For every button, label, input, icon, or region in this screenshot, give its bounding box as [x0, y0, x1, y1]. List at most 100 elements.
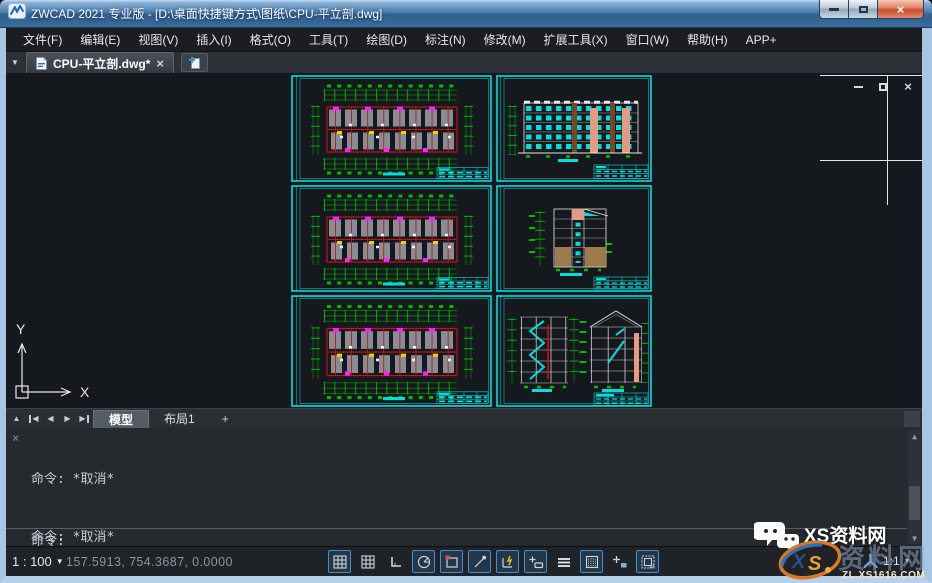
annotation-scale-value: 1:1: [883, 554, 900, 568]
lineweight-toggle[interactable]: [524, 550, 547, 573]
sheet-stair-sections[interactable]: [496, 295, 652, 407]
menu-window[interactable]: 窗口(W): [617, 28, 678, 51]
document-tab-label: CPU-平立剖.dwg*: [53, 55, 150, 72]
layout-bar-corner: [904, 411, 920, 427]
ortho-icon: [388, 554, 404, 570]
object-tracking-toggle[interactable]: [468, 550, 491, 573]
lineweight-icon: [528, 554, 544, 570]
minimize-button[interactable]: [819, 0, 849, 19]
sheet-floor-plan-top[interactable]: [291, 75, 492, 182]
menu-modify[interactable]: 修改(M): [475, 28, 535, 51]
annotation-add-toggle[interactable]: [608, 550, 631, 573]
dynamic-input-icon: [500, 554, 516, 570]
mdi-restore-icon[interactable]: [875, 80, 891, 93]
snap-grid-icon: [332, 554, 348, 570]
tab-list-dropdown-icon[interactable]: ▼: [6, 51, 24, 73]
menu-express-tools[interactable]: 扩展工具(X): [535, 28, 617, 51]
command-scrollbar[interactable]: ▲ ▼: [908, 430, 921, 544]
menu-view[interactable]: 视图(V): [129, 28, 187, 51]
scroll-down-icon[interactable]: ▼: [908, 532, 921, 544]
scale-dropdown-icon[interactable]: ▼: [56, 557, 64, 566]
sheet-front-elevation[interactable]: [496, 75, 652, 182]
polar-tracking-toggle[interactable]: [412, 550, 435, 573]
polar-icon: [416, 554, 432, 570]
canvas-line-vertical: [887, 75, 888, 205]
lines-icon: [556, 554, 572, 570]
mdi-window-controls: ×: [850, 80, 916, 93]
grid-toggle[interactable]: [356, 550, 379, 573]
next-tab-icon[interactable]: ▶: [59, 411, 76, 427]
menu-draw[interactable]: 绘图(D): [357, 28, 416, 51]
new-document-icon: [187, 56, 202, 69]
add-layout-button[interactable]: +: [210, 410, 241, 428]
tab-close-icon[interactable]: ×: [156, 57, 164, 70]
command-separator: [6, 528, 907, 529]
first-tab-icon[interactable]: ◀: [25, 411, 42, 427]
window-title: ZWCAD 2021 专业版 - [D:\桌面快捷键方式\图纸\CPU-平立剖.…: [31, 5, 382, 22]
maximize-button[interactable]: [849, 0, 878, 19]
viewport-sync-toggle[interactable]: [636, 550, 659, 573]
dynamic-input-toggle[interactable]: [496, 550, 519, 573]
menu-tools[interactable]: 工具(T): [300, 28, 357, 51]
close-button[interactable]: ×: [878, 0, 924, 19]
canvas-line-mid: [820, 160, 922, 161]
command-panel[interactable]: × 命令: *取消* 命令: *取消* 命令: 命令: 命令: _CleanSc…: [6, 428, 922, 546]
menu-dimension[interactable]: 标注(N): [416, 28, 475, 51]
document-tab-bar: ▼ CPU-平立剖.dwg* ×: [6, 52, 922, 74]
menu-lines-toggle[interactable]: [552, 550, 575, 573]
status-bar: 1 : 100 ▼ 157.5913, 754.3687, 0.0000: [6, 546, 922, 576]
snap-toggle[interactable]: [328, 550, 351, 573]
ucs-x-label: X: [80, 384, 90, 400]
dwg-file-icon: [36, 57, 47, 70]
sheet-side-section[interactable]: [496, 185, 652, 292]
window-controls: ×: [819, 0, 924, 19]
grid-icon: [360, 554, 376, 570]
menu-app-plus[interactable]: APP+: [737, 30, 786, 50]
object-snap-toggle[interactable]: [440, 550, 463, 573]
scrollbar-thumb[interactable]: [909, 486, 920, 520]
mdi-minimize-icon[interactable]: [850, 80, 866, 93]
otrack-icon: [472, 554, 488, 570]
menu-file[interactable]: 文件(F): [14, 28, 71, 51]
menu-format[interactable]: 格式(O): [241, 28, 300, 51]
layout-tab-bar: ▲ ◀ ◀ ▶ ▶ 模型 布局1 +: [6, 408, 922, 428]
command-close-icon[interactable]: ×: [12, 432, 19, 444]
sheet-floor-plan-bottom[interactable]: [291, 295, 492, 407]
sheet-floor-plan-middle[interactable]: [291, 185, 492, 292]
plus-square-icon: [612, 554, 628, 570]
annotation-scale-dropdown-icon[interactable]: ▼: [904, 558, 911, 565]
menu-edit[interactable]: 编辑(E): [71, 28, 129, 51]
tab-layout1[interactable]: 布局1: [149, 410, 210, 428]
cursor-coordinates: 157.5913, 754.3687, 0.0000: [66, 555, 233, 569]
canvas-line-top: [820, 75, 922, 76]
tab-expand-icon[interactable]: ▲: [8, 411, 25, 427]
ortho-toggle[interactable]: [384, 550, 407, 573]
drawing-canvas[interactable]: Y X ×: [6, 74, 922, 408]
ucs-icon: Y X: [8, 320, 98, 406]
scale-value: 1 : 100: [12, 554, 52, 569]
zwcad-window: ZWCAD 2021 专业版 - [D:\桌面快捷键方式\图纸\CPU-平立剖.…: [0, 0, 932, 583]
scroll-up-icon[interactable]: ▲: [908, 430, 921, 442]
menu-bar: 文件(F) 编辑(E) 视图(V) 插入(I) 格式(O) 工具(T) 绘图(D…: [6, 28, 922, 52]
scale-selector[interactable]: 1 : 100 ▼: [12, 554, 64, 569]
ucs-y-label: Y: [16, 321, 26, 337]
viewport-icon: [640, 554, 656, 570]
menu-help[interactable]: 帮助(H): [678, 28, 737, 51]
title-bar: ZWCAD 2021 专业版 - [D:\桌面快捷键方式\图纸\CPU-平立剖.…: [0, 0, 932, 28]
prev-tab-icon[interactable]: ◀: [42, 411, 59, 427]
tab-model[interactable]: 模型: [93, 410, 149, 428]
last-tab-icon[interactable]: ▶: [76, 411, 93, 427]
annotation-scale-icon: [862, 553, 879, 569]
menu-insert[interactable]: 插入(I): [187, 28, 240, 51]
hatch-icon: [584, 554, 600, 570]
annotation-scale-control[interactable]: 1:1 ▼: [862, 553, 911, 569]
zwcad-app-icon: [8, 3, 26, 24]
window-frame: 文件(F) 编辑(E) 视图(V) 插入(I) 格式(O) 工具(T) 绘图(D…: [0, 28, 932, 583]
mdi-close-icon[interactable]: ×: [900, 80, 916, 93]
new-document-button[interactable]: [181, 53, 208, 72]
osnap-icon: [444, 554, 460, 570]
hatch-display-toggle[interactable]: [580, 550, 603, 573]
status-toggles: [328, 550, 659, 573]
document-tab[interactable]: CPU-平立剖.dwg* ×: [26, 52, 174, 73]
command-line: 命令: *取消*: [31, 470, 182, 489]
